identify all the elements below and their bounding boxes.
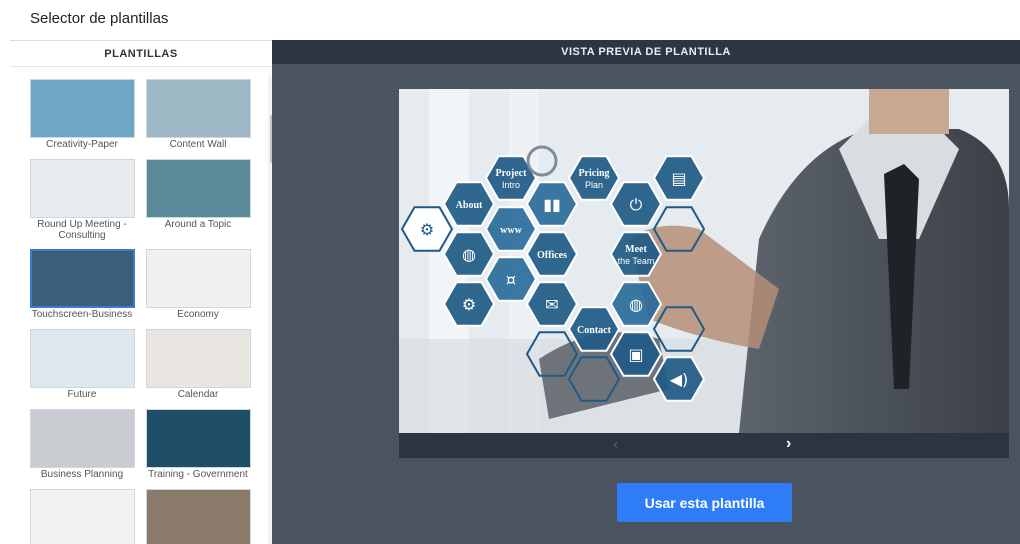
template-thumbnail[interactable] bbox=[30, 489, 135, 544]
hexagon-tile: PricingPlan bbox=[567, 155, 621, 201]
hexagon-tile: Contact bbox=[567, 306, 621, 352]
template-list: Creativity-Paper Content Wall Round Up Mee… bbox=[10, 75, 258, 544]
template-label: Creativity-Paper bbox=[46, 139, 118, 150]
template-card[interactable]: Calendar bbox=[146, 329, 253, 400]
template-thumbnail[interactable] bbox=[146, 159, 251, 218]
globe-icon: ◍ bbox=[462, 245, 476, 264]
template-label: Economy bbox=[177, 309, 219, 320]
hexagon-tile: ◍ bbox=[609, 281, 663, 327]
hexagon-tile bbox=[525, 331, 579, 377]
speaker-icon: ◀) bbox=[670, 370, 689, 389]
money-icon: ¤ bbox=[506, 270, 516, 289]
hexagon-label: Pricing bbox=[578, 168, 609, 179]
template-thumbnail[interactable] bbox=[146, 79, 251, 138]
templates-panel: PLANTILLAS Creativity-Paper Content Wall R… bbox=[10, 40, 280, 544]
hexagon-tile bbox=[567, 356, 621, 402]
mail-icon: ✉ bbox=[545, 295, 558, 314]
template-card[interactable]: Future bbox=[30, 329, 137, 400]
hexagon-menu: ProjectIntro PricingPlan About ▮▮ ⏻ ▤ ⚙ www ◍ Off… bbox=[400, 145, 706, 402]
template-card[interactable]: Creativity-Paper bbox=[30, 79, 137, 150]
template-card[interactable]: Touchscreen-Business bbox=[30, 249, 137, 320]
template-thumbnail[interactable] bbox=[30, 409, 135, 468]
magnifier-icon bbox=[526, 145, 558, 177]
template-label: Future bbox=[67, 389, 97, 400]
template-card[interactable]: Round Up Meeting - Consulting bbox=[30, 159, 137, 241]
template-thumbnail[interactable] bbox=[146, 249, 251, 308]
gear-icon: ⚙ bbox=[462, 295, 476, 314]
preview-navigation-bar: ‹ › bbox=[399, 433, 1009, 458]
hexagon-label: Contact bbox=[577, 325, 612, 336]
template-thumbnail[interactable] bbox=[146, 329, 251, 388]
globe-icon: ◍ bbox=[629, 295, 643, 314]
hexagon-tile bbox=[652, 206, 706, 252]
hexagon-tile: ⏻ bbox=[609, 181, 663, 227]
next-slide-icon[interactable]: › bbox=[786, 435, 791, 453]
template-label: Round Up Meeting - Consulting bbox=[37, 219, 127, 241]
template-card[interactable]: Business Planning bbox=[30, 409, 137, 480]
hexagon-label: Meet bbox=[625, 244, 647, 255]
template-label: Business Planning bbox=[40, 469, 124, 480]
hexagon-tile: Meetthe Team bbox=[609, 231, 663, 277]
template-thumbnail[interactable] bbox=[30, 249, 135, 308]
hexagon-sublabel: Plan bbox=[585, 180, 603, 190]
template-thumbnail[interactable] bbox=[30, 79, 135, 138]
template-label: Training - Government bbox=[148, 469, 248, 480]
hexagon-tile: ¤ bbox=[484, 256, 538, 302]
preview-panel: VISTA PREVIA DE PLANTILLA Project Intro Pr… bbox=[272, 40, 1020, 544]
hexagon-tile: www bbox=[484, 206, 538, 252]
chart-icon: ▮▮ bbox=[543, 195, 561, 214]
template-thumbnail[interactable] bbox=[146, 489, 251, 544]
hexagon-tile: ▮▮ bbox=[525, 181, 579, 227]
template-label: Calendar bbox=[177, 389, 219, 400]
template-card[interactable]: Economy bbox=[146, 249, 253, 320]
gear-icon: ⚙ bbox=[420, 220, 434, 239]
hexagon-tile: About bbox=[442, 181, 496, 227]
template-card[interactable]: Retail Sales Pitch bbox=[30, 489, 137, 544]
hexagon-tile: ◀) bbox=[652, 356, 706, 402]
template-label: Around a Topic bbox=[164, 219, 232, 230]
template-thumbnail[interactable] bbox=[30, 329, 135, 388]
template-card[interactable]: Content Wall bbox=[146, 79, 253, 150]
use-template-button[interactable]: Usar esta plantilla bbox=[617, 483, 792, 522]
page-title: Selector de plantillas bbox=[30, 10, 169, 27]
template-label: Content Wall bbox=[169, 139, 227, 150]
hexagon-label: Offices bbox=[537, 250, 567, 261]
hexagon-tile: ▤ bbox=[652, 155, 706, 201]
template-card[interactable]: Training - Government bbox=[146, 409, 253, 480]
previous-slide-icon[interactable]: ‹ bbox=[613, 436, 618, 454]
hexagon-sublabel: the Team bbox=[618, 256, 655, 266]
hexagon-tile: ✉ bbox=[525, 281, 579, 327]
briefcase-icon: ▣ bbox=[628, 345, 643, 364]
preview-header: VISTA PREVIA DE PLANTILLA bbox=[272, 40, 1020, 64]
hexagon-tile: Offices bbox=[525, 231, 579, 277]
hexagon-label: Project bbox=[496, 168, 528, 179]
hexagon-tile bbox=[652, 306, 706, 352]
hexagon-label: About bbox=[456, 200, 483, 211]
template-preview-slide: Project Intro Pricing Plan About ▮▮ ⏻ ▤ ⚙ www ◍ Off… bbox=[399, 89, 1009, 433]
hexagon-tile: ◍ bbox=[442, 231, 496, 277]
template-card[interactable]: Around a Topic bbox=[146, 159, 253, 230]
templates-header: PLANTILLAS bbox=[10, 41, 272, 67]
template-thumbnail[interactable] bbox=[30, 159, 135, 218]
hexagon-tile: ▣ bbox=[609, 331, 663, 377]
template-thumbnail[interactable] bbox=[146, 409, 251, 468]
power-icon: ⏻ bbox=[630, 195, 643, 214]
hexagon-tile: ⚙ bbox=[442, 281, 496, 327]
template-card[interactable]: Report bbox=[146, 489, 253, 544]
document-icon: ▤ bbox=[671, 169, 686, 188]
hexagon-tile: ⚙ bbox=[400, 206, 454, 252]
hexagon-label: www bbox=[500, 225, 522, 236]
hexagon-sublabel: Intro bbox=[502, 180, 520, 190]
template-label: Touchscreen-Business bbox=[31, 309, 133, 320]
